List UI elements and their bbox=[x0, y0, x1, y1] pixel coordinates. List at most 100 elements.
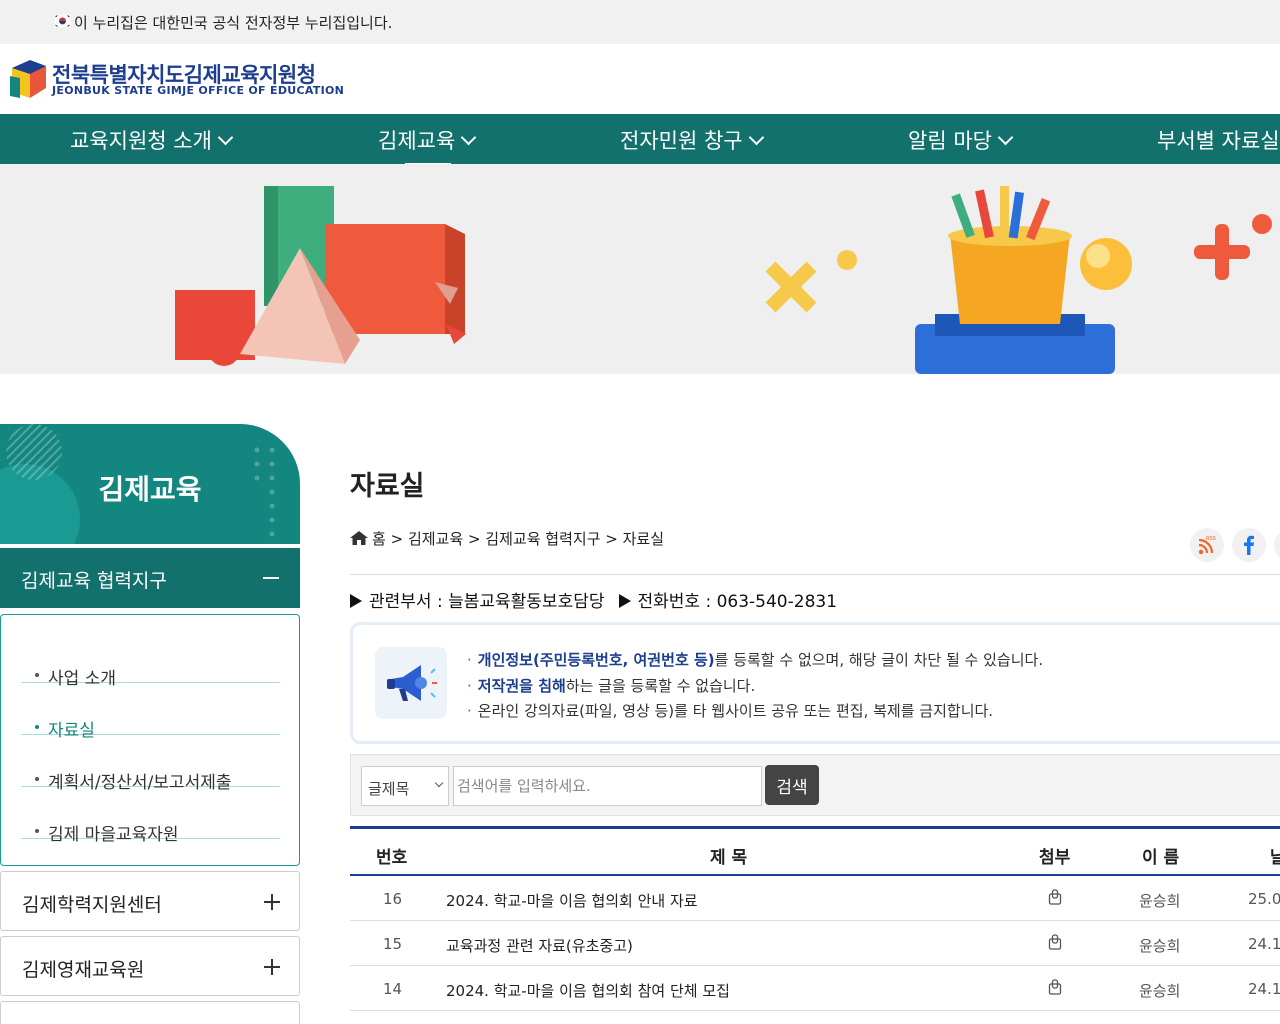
gov-notice-bar: 이 누리집은 대한민국 공식 전자정부 누리집입니다. bbox=[0, 0, 1280, 44]
nav-gimje-education[interactable]: 김제교육 bbox=[378, 125, 477, 164]
col-header-num: 번호 bbox=[376, 848, 408, 868]
breadcrumb-current: 자료실 bbox=[622, 530, 665, 548]
breadcrumb-sep: > bbox=[605, 530, 618, 548]
nav-label: 부서별 자료실 bbox=[1157, 129, 1280, 153]
table-row[interactable]: 16 2024. 학교-마을 이음 협의회 안내 자료 윤승희 25.0 bbox=[350, 876, 1280, 921]
row-subject-link[interactable]: 2024. 학교-마을 이음 협의회 참여 단체 모집 bbox=[446, 980, 730, 1001]
bullet-icon bbox=[35, 673, 39, 677]
search-input[interactable] bbox=[453, 766, 762, 806]
lnb-sub-label: 김제 마을교육자원 bbox=[48, 825, 179, 845]
table-top-border bbox=[350, 826, 1280, 829]
row-subject-link[interactable]: 교육과정 관련 자료(유초중고) bbox=[446, 935, 633, 956]
nav-dept-archive[interactable]: 부서별 자료실 bbox=[1157, 125, 1280, 155]
site-header: 전북특별자치도김제교육지원청 JEONBUK STATE GIMJE OFFIC… bbox=[0, 44, 1280, 114]
chevron-down-icon bbox=[217, 129, 234, 146]
logo-icon[interactable] bbox=[8, 58, 48, 102]
nav-about[interactable]: 교육지원청 소개 bbox=[70, 125, 234, 155]
chevron-down-icon bbox=[997, 129, 1014, 146]
breadcrumb-sep: > bbox=[467, 530, 481, 548]
share-more-button[interactable] bbox=[1274, 528, 1280, 562]
notice-icon-frame bbox=[375, 647, 447, 719]
nav-label: 김제교육 bbox=[378, 129, 456, 153]
posting-notice-box: · 개인정보(주민등록번호, 여권번호 등)를 등록할 수 없으며, 해당 글이 … bbox=[350, 622, 1280, 744]
notice-text: 하는 글을 등록할 수 없습니다. bbox=[565, 676, 756, 695]
phone-label: 전화번호 : 063-540-2831 bbox=[637, 592, 838, 612]
attachment-icon[interactable] bbox=[1048, 934, 1062, 950]
lnb-menu-next[interactable] bbox=[0, 1001, 300, 1024]
korea-flag-icon bbox=[54, 14, 71, 28]
lnb-menu-label: 김제영재교육원 bbox=[22, 959, 145, 981]
facebook-share-button[interactable] bbox=[1232, 528, 1266, 562]
row-num: 14 bbox=[383, 980, 403, 998]
triangle-right-icon bbox=[618, 594, 631, 608]
lnb-menu-label: 김제교육 협력지구 bbox=[21, 570, 167, 592]
table-row[interactable]: 14 2024. 학교-마을 이음 협의회 참여 단체 모집 윤승희 24.10 bbox=[350, 966, 1280, 1011]
chevron-down-icon bbox=[461, 129, 477, 146]
row-num: 15 bbox=[383, 935, 403, 953]
lnb-title: 김제교육 bbox=[98, 473, 202, 506]
table-row[interactable]: 15 교육과정 관련 자료(유초중고) 윤승희 24.1 bbox=[350, 921, 1280, 966]
nav-label: 전자민원 창구 bbox=[620, 129, 743, 153]
attachment-icon[interactable] bbox=[1048, 889, 1062, 905]
lnb-menu-gifted-education[interactable]: 김제영재교육원 bbox=[0, 936, 300, 996]
notice-line: · 저작권을 침해하는 글을 등록할 수 없습니다. bbox=[467, 676, 756, 695]
notice-text-list: · 개인정보(주민등록번호, 여권번호 등)를 등록할 수 없으며, 해당 글이 … bbox=[467, 649, 1043, 726]
nav-civil-service[interactable]: 전자민원 창구 bbox=[620, 125, 764, 155]
col-header-subject: 제 목 bbox=[710, 848, 748, 868]
notice-emphasis: 개인정보(주민등록번호, 여권번호 등) bbox=[477, 651, 715, 669]
minus-icon bbox=[263, 577, 279, 579]
main-navigation: 교육지원청 소개 김제교육 전자민원 창구 알림 마당 부서별 자료실 bbox=[0, 114, 1280, 164]
attachment-icon[interactable] bbox=[1048, 979, 1062, 995]
lnb-sub-item-reports[interactable]: 계획서/정산서/보고서제출 bbox=[21, 735, 280, 793]
lnb-sub-item-village-resources[interactable]: 김제 마을교육자원 bbox=[21, 787, 280, 845]
row-date: 24.10 bbox=[1248, 980, 1280, 998]
notice-line: · 온라인 강의자료(파일, 영상 등)를 타 웹사이트 공유 또는 편집, 복제… bbox=[467, 702, 994, 720]
divider bbox=[350, 574, 1280, 575]
row-subject-link[interactable]: 2024. 학교-마을 이음 협의회 안내 자료 bbox=[446, 890, 698, 911]
chevron-down-icon bbox=[748, 129, 764, 146]
lnb-menu-cooperation-district[interactable]: 김제교육 협력지구 bbox=[0, 548, 300, 608]
breadcrumb-level1[interactable]: 김제교육 bbox=[408, 530, 463, 548]
row-date: 24.1 bbox=[1248, 935, 1280, 953]
notice-text: 를 등록할 수 없으며, 해당 글이 차단 될 수 있습니다. bbox=[714, 651, 1044, 669]
row-date: 25.0 bbox=[1248, 890, 1280, 908]
breadcrumb-home[interactable]: 홈 bbox=[372, 530, 386, 548]
lnb-menu-label: 김제학력지원센터 bbox=[22, 894, 162, 916]
row-author: 윤승희 bbox=[1139, 982, 1181, 1000]
notice-emphasis: 저작권을 침해 bbox=[477, 676, 566, 695]
row-author: 윤승희 bbox=[1139, 937, 1181, 955]
search-button[interactable]: 검색 bbox=[765, 765, 819, 805]
department-info: 관련부서 : 늘봄교육활동보호담당 전화번호 : 063-540-2831 bbox=[350, 587, 837, 612]
banner-illustration bbox=[175, 186, 1272, 374]
page-title: 자료실 bbox=[350, 471, 425, 502]
nav-label: 알림 마당 bbox=[908, 129, 992, 153]
bullet-icon bbox=[35, 725, 39, 729]
row-author: 윤승희 bbox=[1139, 892, 1181, 910]
plus-icon-stroke bbox=[271, 959, 273, 975]
notice-text: 온라인 강의자료(파일, 영상 등)를 타 웹사이트 공유 또는 편집, 복제를… bbox=[477, 702, 994, 720]
org-name-english: JEONBUK STATE GIMJE OFFICE OF EDUCATION bbox=[52, 84, 345, 97]
svg-text:RSS: RSS bbox=[1206, 536, 1216, 542]
search-field-select[interactable]: 글제목 bbox=[361, 766, 449, 806]
col-header-name: 이 름 bbox=[1142, 848, 1180, 868]
breadcrumb: 홈 > 김제교육 > 김제교육 협력지구 > 자료실 bbox=[350, 528, 664, 549]
lnb-sub-item-intro[interactable]: 사업 소개 bbox=[21, 631, 280, 689]
col-header-attach: 첨부 bbox=[1039, 848, 1071, 868]
dept-label: 관련부서 : 늘봄교육활동보호담당 bbox=[369, 592, 605, 612]
col-header-date: 날짜 bbox=[1270, 848, 1280, 868]
lnb-header: 김제교육 bbox=[0, 424, 300, 544]
bullet-icon bbox=[35, 777, 39, 781]
chevron-down-icon bbox=[434, 778, 444, 788]
gov-notice-text: 이 누리집은 대한민국 공식 전자정부 누리집입니다. bbox=[74, 14, 393, 32]
lnb-sub-item-archive[interactable]: 자료실 bbox=[21, 683, 280, 741]
search-select-value: 글제목 bbox=[368, 780, 410, 798]
nav-notices[interactable]: 알림 마당 bbox=[908, 125, 1014, 155]
search-bar: 글제목 검색 bbox=[350, 754, 1280, 816]
rss-button[interactable]: RSS bbox=[1190, 528, 1224, 562]
breadcrumb-level2[interactable]: 김제교육 협력지구 bbox=[485, 530, 600, 548]
facebook-icon bbox=[1244, 535, 1254, 555]
lnb-menu-academic-center[interactable]: 김제학력지원센터 bbox=[0, 871, 300, 931]
row-num: 16 bbox=[383, 890, 403, 908]
plus-icon-stroke bbox=[271, 894, 273, 910]
rss-icon: RSS bbox=[1198, 536, 1216, 555]
